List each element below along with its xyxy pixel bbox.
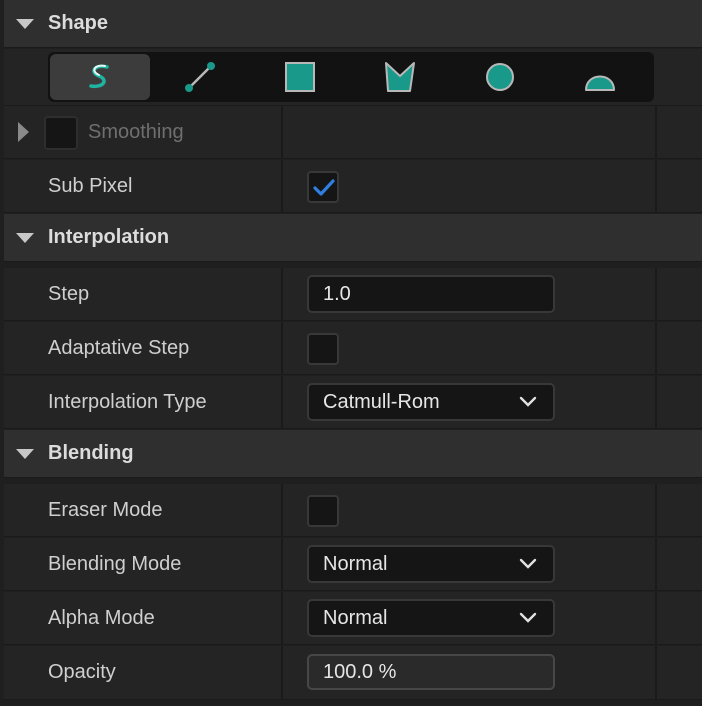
category-interpolation[interactable]: Interpolation (4, 214, 702, 262)
category-title: Blending (48, 442, 134, 464)
property-smoothing: Smoothing (4, 106, 702, 159)
step-input[interactable]: 1.0 (307, 275, 555, 313)
step-value: 1.0 (323, 282, 351, 305)
freehand-stroke-icon (89, 64, 109, 89)
collapse-arrow-icon[interactable] (16, 232, 34, 243)
property-label: Interpolation Type (48, 390, 207, 413)
circle-icon (486, 63, 514, 91)
property-sub-pixel: Sub Pixel (4, 160, 702, 213)
chevron-down-icon (519, 612, 537, 623)
property-label: Adaptative Step (48, 336, 190, 359)
property-alpha-mode: Alpha Mode Normal (4, 592, 702, 645)
tool-square[interactable] (250, 54, 350, 100)
opacity-value: 100.0 % (323, 660, 397, 683)
property-step: Step 1.0 (4, 268, 702, 321)
tool-arc[interactable] (550, 54, 650, 100)
property-label: Sub Pixel (48, 174, 133, 197)
property-interpolation-type: Interpolation Type Catmull-Rom (4, 376, 702, 429)
polygon-icon (385, 62, 415, 92)
collapse-arrow-icon[interactable] (16, 448, 34, 459)
property-label: Smoothing (88, 120, 184, 143)
arc-icon (585, 75, 615, 91)
category-title: Interpolation (48, 226, 170, 248)
opacity-slider[interactable]: 100.0 % (307, 654, 555, 690)
tool-line[interactable] (150, 54, 250, 100)
collapse-arrow-icon[interactable] (16, 18, 34, 29)
adaptative-step-checkbox[interactable] (307, 333, 339, 365)
interpolation-type-dropdown[interactable]: Catmull-Rom (307, 383, 555, 421)
category-blending[interactable]: Blending (4, 430, 702, 478)
property-label: Opacity (48, 661, 116, 683)
property-label: Step (48, 282, 90, 305)
category-shape[interactable]: Shape (4, 0, 702, 48)
property-label: Eraser Mode (48, 498, 163, 521)
alpha-mode-dropdown[interactable]: Normal (307, 599, 555, 637)
checkmark-icon (313, 179, 335, 196)
property-eraser-mode: Eraser Mode (4, 484, 702, 537)
smoothing-checkbox[interactable] (44, 116, 78, 150)
property-adaptative-step: Adaptative Step (4, 322, 702, 375)
expand-arrow-icon[interactable] (18, 122, 29, 142)
details-panel: Shape Smoothing Sub Pixel Interpolation … (0, 0, 702, 706)
tool-circle[interactable] (450, 54, 550, 100)
chevron-down-icon (519, 558, 537, 569)
category-title: Shape (48, 12, 109, 34)
chevron-down-icon (519, 396, 537, 407)
sub-pixel-checkbox[interactable] (307, 171, 339, 203)
dropdown-value: Normal (323, 606, 388, 629)
blending-mode-dropdown[interactable]: Normal (307, 545, 555, 583)
line-icon (185, 62, 215, 92)
shape-toolbar-row (4, 49, 702, 106)
eraser-mode-checkbox[interactable] (307, 495, 339, 527)
tool-polygon[interactable] (350, 54, 450, 100)
dropdown-value: Catmull-Rom (323, 390, 440, 413)
property-opacity: Opacity 100.0 % (4, 646, 702, 700)
tool-freehand[interactable] (50, 54, 150, 100)
square-icon (285, 62, 315, 92)
property-blending-mode: Blending Mode Normal (4, 538, 702, 591)
dropdown-value: Normal (323, 552, 388, 575)
property-label: Alpha Mode (48, 606, 155, 629)
property-label: Blending Mode (48, 552, 182, 575)
shape-toolbar (48, 52, 654, 102)
